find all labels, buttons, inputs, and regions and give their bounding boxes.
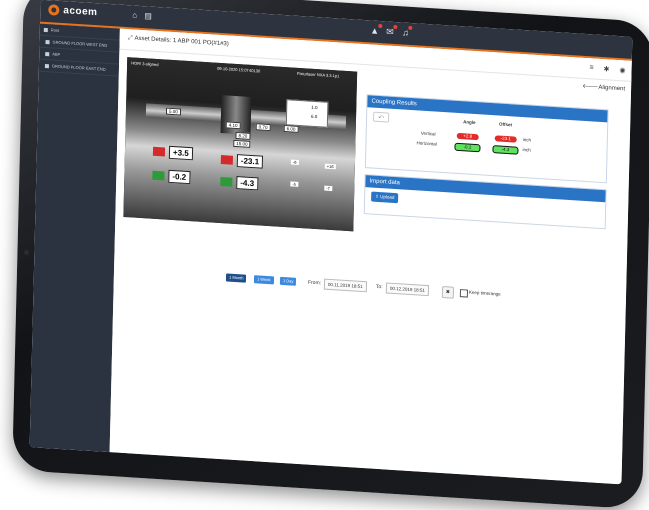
vertical-offset-icon bbox=[220, 155, 233, 165]
row-label-horizontal: Horizontal bbox=[416, 140, 437, 147]
horizontal-offset-badge: -4.3 bbox=[492, 145, 519, 155]
sidebar-item-label: Root bbox=[50, 27, 60, 33]
image-legend: 1.0 6.0 bbox=[285, 99, 329, 128]
upload-button[interactable]: ⇪ Upload bbox=[371, 191, 399, 204]
upload-label: Upload bbox=[380, 194, 395, 200]
tablet-device: acoem ⌂ ▤ ▲ ✉ ♫ Root GROUND FLOOR WEST E… bbox=[0, 0, 649, 510]
horizontal-offset-icon bbox=[220, 177, 233, 187]
dimension-label: 5.00 bbox=[165, 107, 181, 116]
logo-text: acoem bbox=[63, 5, 98, 19]
dimension-label: 15.00 bbox=[233, 139, 251, 148]
horizontal-offset-value: -4.3 bbox=[236, 176, 259, 191]
horizontal-angle-icon bbox=[152, 170, 165, 181]
keep-timerange-checkbox[interactable] bbox=[459, 289, 469, 298]
bell-icon[interactable]: ♫ bbox=[402, 25, 413, 38]
dimension-label: 8.20 bbox=[235, 131, 251, 140]
alignment-link-label: Alignment bbox=[598, 84, 626, 93]
folder-icon bbox=[45, 39, 50, 44]
coupling-results-panel: Coupling Results ⤺ Angle Offset Vertical… bbox=[364, 94, 609, 184]
coupling-results-heading: Coupling Results bbox=[367, 95, 608, 123]
home-icon[interactable]: ⌂ bbox=[132, 10, 137, 19]
page-title-text: Asset Details: 1 ABP 001 PO(#1#3) bbox=[134, 35, 229, 48]
angle-column-header: Angle bbox=[463, 119, 476, 126]
expand-icon[interactable]: ⤢ bbox=[128, 35, 133, 41]
camera-dot bbox=[24, 250, 29, 255]
legend-value-b: 6.0 bbox=[310, 113, 318, 120]
folder-icon bbox=[43, 27, 48, 32]
image-counter: 40130 bbox=[249, 67, 261, 74]
alignment-link[interactable]: 🡐Alignment bbox=[582, 83, 625, 93]
sidebar: Root GROUND FLOOR WEST END ABP GROUND FL… bbox=[29, 23, 120, 453]
legend-value-a: 1.0 bbox=[311, 104, 318, 111]
small-value: +16 bbox=[324, 163, 336, 170]
folder-icon bbox=[44, 63, 50, 68]
apply-range-button[interactable]: ✖ bbox=[441, 285, 455, 299]
vertical-offset-badge: -23.1 bbox=[494, 135, 517, 143]
horizontal-angle-badge: -0.2 bbox=[454, 142, 481, 153]
dimension-label: 6.00 bbox=[283, 124, 299, 133]
back-button[interactable]: ⤺ bbox=[372, 111, 390, 123]
vertical-angle-badge: +2.8 bbox=[456, 132, 479, 141]
measurement-image: HOR! 3 aligned 09-10-2020 15:07 40130 Fi… bbox=[123, 57, 358, 232]
message-icon[interactable]: ✉ bbox=[386, 24, 397, 37]
import-data-panel: Import data ⇪ Upload bbox=[363, 174, 607, 230]
range-month-button[interactable]: 1 Month bbox=[225, 273, 247, 283]
header-actions: ≡ ✱ ◉ bbox=[589, 64, 625, 74]
app-screen: acoem ⌂ ▤ ▲ ✉ ♫ Root GROUND FLOOR WEST E… bbox=[29, 0, 633, 485]
folder-icon bbox=[45, 51, 50, 56]
page-title: ⤢ Asset Details: 1 ABP 001 PO(#1#3) bbox=[128, 35, 229, 48]
dimension-label: 0.70 bbox=[255, 123, 271, 132]
small-value: -5 bbox=[290, 181, 298, 187]
horizontal-angle-value: -0.2 bbox=[168, 169, 191, 185]
vertical-angle-icon bbox=[152, 146, 166, 157]
dimension-label: 4.10 bbox=[225, 121, 241, 130]
small-value: -6 bbox=[290, 159, 299, 165]
offset-column-header: Offset bbox=[499, 121, 513, 128]
unit-label: inch bbox=[522, 147, 531, 153]
document-icon[interactable]: ▤ bbox=[144, 11, 152, 20]
sidebar-item-label: GROUND FLOOR EAST END bbox=[51, 63, 106, 72]
alarm-icon[interactable]: ▲ bbox=[370, 23, 383, 36]
to-label: To: bbox=[375, 283, 383, 291]
from-date-input[interactable]: 00.11.2019 18:51 bbox=[323, 278, 367, 293]
logo[interactable]: acoem bbox=[48, 4, 98, 19]
keep-timerange-label: Keep timerange bbox=[468, 289, 501, 297]
upload-icon: ⇪ bbox=[375, 193, 380, 199]
vertical-angle-value: +3.5 bbox=[168, 145, 193, 161]
from-label: From: bbox=[307, 279, 322, 287]
to-date-input[interactable]: 00.12.2019 18:51 bbox=[385, 282, 430, 297]
sidebar-item-label: GROUND FLOOR WEST END bbox=[52, 39, 108, 48]
range-week-button[interactable]: 1 Week bbox=[253, 275, 274, 285]
unit-label: inch bbox=[522, 137, 532, 143]
vertical-offset-value: -23.1 bbox=[236, 154, 264, 169]
main-content: ⤢ Asset Details: 1 ABP 001 PO(#1#3) ≡ ✱ ◉… bbox=[109, 28, 632, 485]
small-value: -7 bbox=[324, 185, 332, 192]
user-icon[interactable]: ◉ bbox=[619, 66, 625, 74]
back-arrow-icon: 🡐 bbox=[582, 83, 599, 91]
logo-icon bbox=[48, 4, 60, 16]
settings-icon[interactable]: ✱ bbox=[603, 65, 609, 73]
menu-icon[interactable]: ≡ bbox=[589, 64, 593, 72]
range-day-button[interactable]: 1 Day bbox=[279, 276, 297, 286]
row-label-vertical: Vertical bbox=[420, 130, 436, 137]
sidebar-item-label: ABP bbox=[52, 51, 61, 57]
